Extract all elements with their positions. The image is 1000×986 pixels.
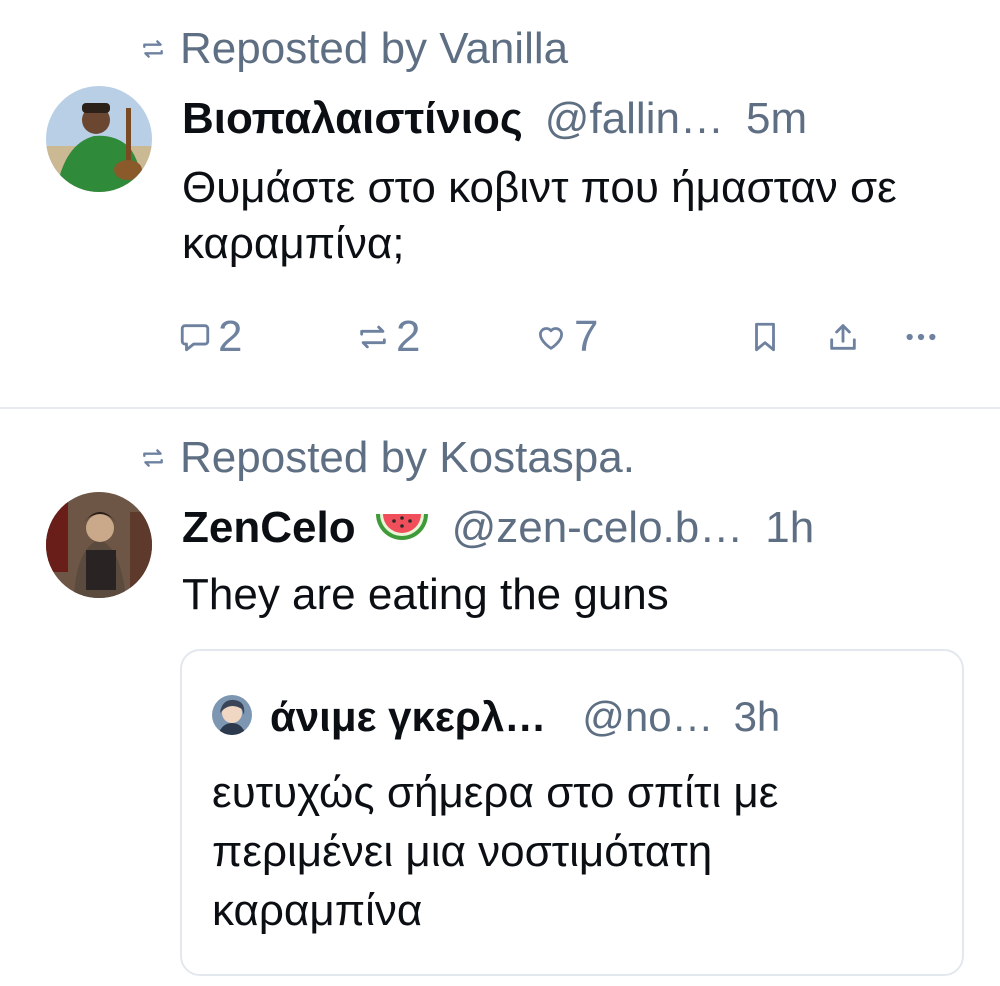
author-name[interactable]: ZenCelo <box>182 503 356 553</box>
quoted-post-header: άνιμε γκερλ… @no… 3h <box>212 691 780 741</box>
author-handle[interactable]: @zen-celo.b… <box>452 503 744 553</box>
share-button[interactable] <box>826 320 866 354</box>
feed-post[interactable]: Reposted by Kostaspa. ZenCelo @zen-celo.… <box>0 409 1000 986</box>
quoted-avatar <box>212 695 252 735</box>
quoted-post-text: ευτυχώς σήμερα στο σπίτι με περιμένει μι… <box>212 768 779 935</box>
repost-icon <box>360 325 386 349</box>
post-text: They are eating the guns <box>182 570 669 619</box>
repost-label: Reposted by Vanilla <box>180 24 569 73</box>
like-icon <box>538 327 564 350</box>
reply-count: 2 <box>218 312 243 361</box>
quoted-post[interactable]: άνιμε γκερλ… @no… 3h ευτυχώς σήμερα στο … <box>180 649 964 976</box>
feed-post[interactable]: Reposted by Vanilla Βιοπαλαιστίνιος @fal… <box>0 0 1000 409</box>
bookmark-button[interactable] <box>748 320 788 354</box>
reply-icon <box>180 324 210 352</box>
bookmark-icon <box>755 322 775 352</box>
avatar[interactable] <box>46 492 152 598</box>
repost-button[interactable]: 2 <box>356 312 420 362</box>
post-time[interactable]: 1h <box>765 503 814 553</box>
post-actions: 2 2 7 <box>0 312 1000 372</box>
repost-indicator[interactable]: Reposted by Kostaspa. <box>140 433 635 483</box>
share-icon <box>830 324 856 350</box>
repost-indicator[interactable]: Reposted by Vanilla <box>140 24 568 74</box>
repost-label: Reposted by Kostaspa. <box>180 433 635 482</box>
author-handle[interactable]: @fallin… <box>545 94 724 144</box>
repost-icon <box>143 449 163 467</box>
quoted-author-handle: @no… <box>582 693 714 740</box>
quoted-post-time: 3h <box>733 693 781 740</box>
repost-icon <box>143 40 163 58</box>
post-time[interactable]: 5m <box>746 94 807 144</box>
post-header: Βιοπαλαιστίνιος @fallin… 5m <box>182 94 962 144</box>
like-button[interactable]: 7 <box>534 312 598 362</box>
watermelon-icon <box>374 508 430 548</box>
post-header: ZenCelo @zen-celo.b… 1h <box>182 502 962 553</box>
avatar[interactable] <box>46 86 152 192</box>
repost-count: 2 <box>396 312 421 361</box>
author-name[interactable]: Βιοπαλαιστίνιος <box>182 94 523 144</box>
post-text: Θυμάστε στο κοβιντ που ήμασταν σε καραμπ… <box>182 163 897 268</box>
more-options-button[interactable] <box>904 320 944 354</box>
like-count: 7 <box>574 312 599 361</box>
quoted-author-name: άνιμε γκερλ… <box>270 693 547 740</box>
reply-button[interactable]: 2 <box>178 312 242 362</box>
more-icon <box>906 333 936 341</box>
